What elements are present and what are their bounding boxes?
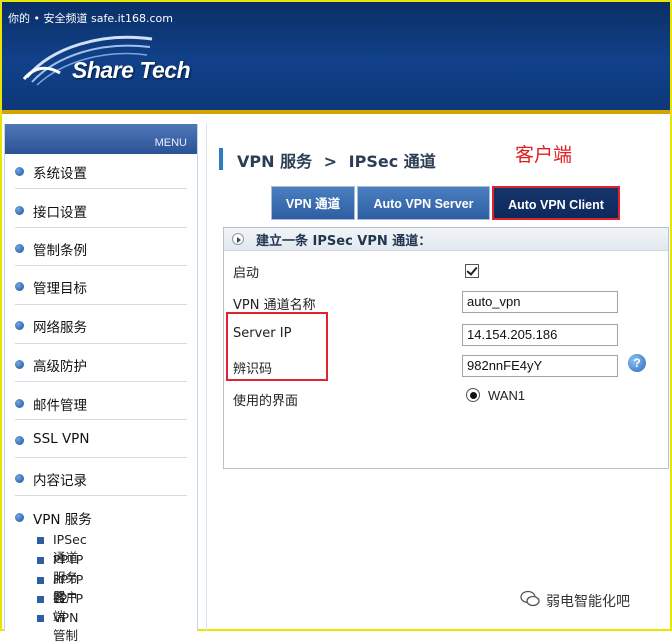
expand-arrow-icon[interactable] <box>232 233 244 245</box>
sidebar-item-objects[interactable]: 管理目标 <box>5 277 185 297</box>
brand-label: 弱电智能化吧 <box>546 594 630 610</box>
enable-checkbox[interactable] <box>465 264 479 278</box>
tunnel-name-field[interactable]: auto_vpn <box>462 291 618 313</box>
enable-label: 启动 <box>233 266 260 281</box>
sidebar-item-label: SSL VPN <box>33 431 90 447</box>
server-ip-field[interactable]: 14.154.205.186 <box>462 324 618 346</box>
divider <box>15 495 187 496</box>
bullet-icon <box>15 399 24 408</box>
wechat-icon <box>520 590 540 607</box>
ipsec-form-panel: 建立一条 IPSec VPN 通道： 启动 VPN 通道名称 auto_vpn … <box>223 227 669 469</box>
sidebar-item-label: 网络服务 <box>33 320 87 336</box>
submenu-item-label: VPN 管制 <box>53 610 79 643</box>
sidebar-item-label: 系统设置 <box>33 166 87 182</box>
sidebar-item-label: 邮件管理 <box>33 398 87 414</box>
bullet-icon <box>15 244 24 253</box>
panel-heading: 建立一条 IPSec VPN 通道： <box>256 234 432 249</box>
app-header: 你的 • 安全频道 safe.it168.com Share Tech <box>2 2 670 114</box>
sidebar-item-label: 内容记录 <box>33 473 87 489</box>
menu-header: MENU <box>5 124 197 154</box>
help-icon[interactable]: ? <box>628 354 646 372</box>
tab-auto-vpn-server[interactable]: Auto VPN Server <box>357 186 490 220</box>
tab-vpn-tunnel[interactable]: VPN 通道 <box>271 186 355 220</box>
sidebar-item-ssl-vpn[interactable]: SSL VPN <box>5 431 185 451</box>
sidebar-item-advanced-protection[interactable]: 高级防护 <box>5 355 185 375</box>
sidebar-item-content-log[interactable]: 内容记录 <box>5 469 185 489</box>
tunnel-name-label: VPN 通道名称 <box>233 298 316 313</box>
square-bullet-icon <box>37 577 44 584</box>
client-annotation: 客户端 <box>515 144 573 166</box>
bullet-icon <box>15 436 24 445</box>
divider <box>15 265 187 266</box>
bullet-icon <box>15 167 24 176</box>
submenu-item-label: L2TP <box>53 591 84 606</box>
wan1-radio-label: WAN1 <box>488 388 526 403</box>
watermark-text: 你的 • 安全频道 safe.it168.com <box>8 12 173 25</box>
breadcrumb: VPN 服务 > IPSec 通道 <box>237 148 436 172</box>
breadcrumb-part-2: IPSec 通道 <box>348 152 436 171</box>
square-bullet-icon <box>37 615 44 622</box>
divider <box>15 381 187 382</box>
main-content: VPN 服务 > IPSec 通道 客户端 VPN 通道 Auto VPN Se… <box>206 124 672 631</box>
sidebar-item-label: VPN 服务 <box>33 512 92 528</box>
divider <box>15 188 187 189</box>
sidebar-item-vpn-service[interactable]: VPN 服务 <box>5 508 185 528</box>
identifier-field[interactable]: 982nnFE4yY <box>462 355 618 377</box>
logo: Share Tech <box>72 57 191 83</box>
divider <box>15 419 187 420</box>
divider <box>15 227 187 228</box>
breadcrumb-separator: > <box>323 152 338 171</box>
bullet-icon <box>15 206 24 215</box>
wan1-radio[interactable] <box>466 388 480 402</box>
panel-header: 建立一条 IPSec VPN 通道： <box>224 228 668 251</box>
divider <box>15 457 187 458</box>
sidebar-item-policy[interactable]: 管制条例 <box>5 239 185 259</box>
bullet-icon <box>15 474 24 483</box>
divider <box>15 343 187 344</box>
sidebar-item-system[interactable]: 系统设置 <box>5 162 185 182</box>
title-accent-bar <box>219 148 223 170</box>
highlight-box <box>226 312 328 381</box>
square-bullet-icon <box>37 596 44 603</box>
sidebar-item-mail[interactable]: 邮件管理 <box>5 394 185 414</box>
divider <box>15 304 187 305</box>
sidebar-menu: MENU 系统设置 接口设置 管制条例 管理目标 网络服务 高级防护 邮件管理 … <box>4 124 198 643</box>
interface-label: 使用的界面 <box>233 394 299 409</box>
sidebar-item-network-services[interactable]: 网络服务 <box>5 316 185 336</box>
bullet-icon <box>15 282 24 291</box>
sidebar-item-label: 接口设置 <box>33 205 87 221</box>
bullet-icon <box>15 321 24 330</box>
tab-auto-vpn-client[interactable]: Auto VPN Client <box>492 186 620 220</box>
sidebar-item-label: 高级防护 <box>33 359 87 375</box>
sidebar-item-label: 管理目标 <box>33 281 87 297</box>
square-bullet-icon <box>37 537 44 544</box>
square-bullet-icon <box>37 557 44 564</box>
sidebar-item-interface[interactable]: 接口设置 <box>5 201 185 221</box>
bullet-icon <box>15 513 24 522</box>
sidebar-item-label: 管制条例 <box>33 243 87 259</box>
breadcrumb-part-1[interactable]: VPN 服务 <box>237 152 312 171</box>
bullet-icon <box>15 360 24 369</box>
